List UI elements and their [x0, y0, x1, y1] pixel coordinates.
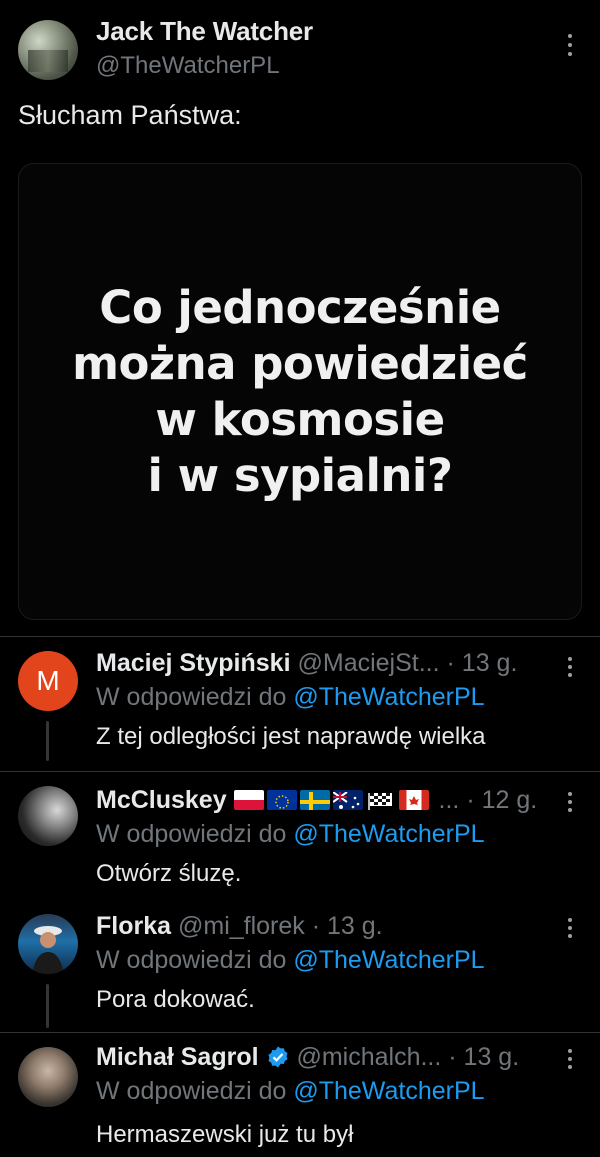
reply-author-name[interactable]: Florka — [96, 912, 171, 940]
reply-avatar[interactable]: M — [18, 651, 78, 711]
reply-text: Hermaszewski już tu był — [96, 1121, 354, 1148]
more-options-icon[interactable] — [560, 1047, 580, 1073]
reply-header: Maciej Stypiński @MaciejSt... · 13 g. — [96, 649, 517, 678]
reply-text: Z tej odległości jest naprawdę wielka — [96, 723, 486, 750]
verified-badge-icon — [266, 1045, 290, 1069]
more-options-icon[interactable] — [560, 655, 580, 681]
reply-author-name[interactable]: Michał Sagrol — [96, 1043, 259, 1071]
name-ellipsis: ... — [438, 786, 460, 814]
reply-author-name[interactable]: McCluskey — [96, 786, 227, 814]
reply-author-handle[interactable]: @MaciejSt... — [297, 649, 439, 677]
reply-time[interactable]: · 12 g. — [466, 786, 537, 814]
tweet-header: Jack The Watcher @TheWatcherPL — [0, 0, 600, 90]
reply-author-handle[interactable]: @mi_florek — [178, 912, 305, 940]
reply-item[interactable]: McCluskey ... · 12 g. W odpowiedzi do @T… — [0, 772, 600, 902]
reply-header: Florka @mi_florek · 13 g. — [96, 912, 383, 941]
more-options-icon[interactable] — [560, 30, 580, 60]
reply-text: Otwórz śluzę. — [96, 860, 242, 887]
reply-avatar[interactable] — [18, 1047, 78, 1107]
australia-flag-icon — [332, 790, 363, 810]
media-caption: Co jednocześnie można powiedzieć w kosmo… — [72, 280, 528, 504]
reply-author-name[interactable]: Maciej Stypiński — [96, 649, 291, 677]
reply-context: W odpowiedzi do @TheWatcherPL — [96, 946, 485, 975]
reply-to-link[interactable]: @TheWatcherPL — [293, 946, 484, 974]
reply-item[interactable]: Florka @mi_florek · 13 g. W odpowiedzi d… — [0, 902, 600, 1032]
avatar-letter: M — [36, 665, 60, 696]
poland-flag-icon — [233, 790, 264, 810]
reply-text: Pora dokować. — [96, 986, 255, 1013]
more-options-icon[interactable] — [560, 916, 580, 942]
tweet-media-image[interactable]: Co jednocześnie można powiedzieć w kosmo… — [18, 163, 582, 620]
canada-flag-icon — [398, 790, 429, 810]
reply-header: Michał Sagrol @michalch... · 13 g. — [96, 1043, 519, 1072]
reply-time[interactable]: · 13 g. — [448, 1043, 519, 1071]
reply-prefix: W odpowiedzi do — [96, 683, 287, 711]
reply-context: W odpowiedzi do @TheWatcherPL — [96, 820, 485, 849]
reply-context: W odpowiedzi do @TheWatcherPL — [96, 683, 485, 712]
reply-to-link[interactable]: @TheWatcherPL — [293, 820, 484, 848]
eu-flag-icon — [266, 790, 297, 810]
reply-author-handle[interactable]: @michalch... — [296, 1043, 441, 1071]
reply-prefix: W odpowiedzi do — [96, 820, 287, 848]
reply-item[interactable]: M Maciej Stypiński @MaciejSt... · 13 g. … — [0, 637, 600, 771]
reply-prefix: W odpowiedzi do — [96, 946, 287, 974]
reply-item[interactable]: Michał Sagrol @michalch... · 13 g. W odp… — [0, 1033, 600, 1157]
media-line: i w sypialni? — [147, 448, 453, 502]
reply-time[interactable]: · 13 g. — [312, 912, 383, 940]
tweet-text: Słucham Państwa: — [18, 100, 242, 130]
thread-line — [46, 721, 49, 761]
reply-time[interactable]: · 13 g. — [447, 649, 518, 677]
more-options-icon[interactable] — [560, 790, 580, 816]
reply-context: W odpowiedzi do @TheWatcherPL — [96, 1077, 485, 1106]
reply-to-link[interactable]: @TheWatcherPL — [293, 1077, 484, 1105]
thread-line — [46, 984, 49, 1028]
author-avatar[interactable] — [18, 20, 78, 80]
reply-prefix: W odpowiedzi do — [96, 1077, 287, 1105]
checkered-flag-icon — [366, 790, 396, 810]
reply-header: McCluskey ... · 12 g. — [96, 786, 537, 815]
reply-avatar[interactable] — [18, 786, 78, 846]
media-line: Co jednocześnie — [99, 280, 501, 334]
author-name[interactable]: Jack The Watcher — [96, 16, 313, 47]
reply-to-link[interactable]: @TheWatcherPL — [293, 683, 484, 711]
media-line: w kosmosie — [155, 392, 445, 446]
media-line: można powiedzieć — [72, 336, 528, 390]
author-handle[interactable]: @TheWatcherPL — [96, 52, 280, 80]
reply-avatar[interactable] — [18, 914, 78, 974]
sweden-flag-icon — [299, 790, 330, 810]
